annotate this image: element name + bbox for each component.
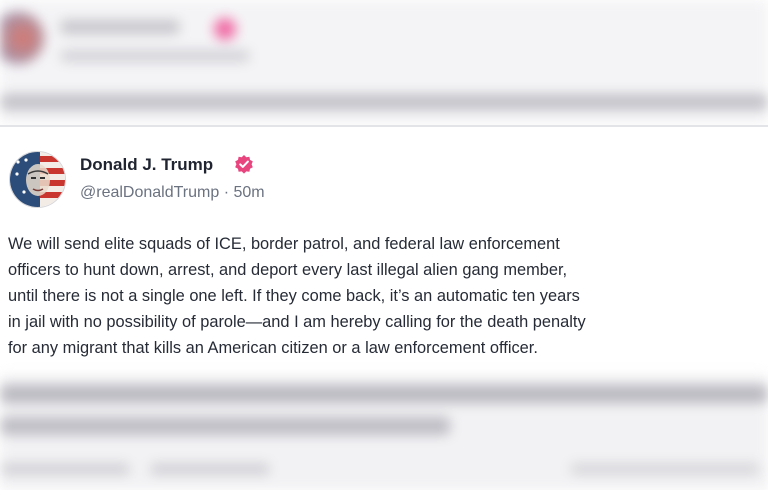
post-body-line: We will send elite squads of ICE, border… [8, 235, 560, 253]
blurred-action-bar [150, 463, 270, 475]
post-timestamp[interactable]: 50m [233, 184, 264, 201]
blurred-author-name [60, 20, 180, 34]
author-avatar[interactable] [9, 151, 66, 208]
blurred-verified-icon [214, 18, 236, 40]
meta-separator: · [219, 184, 234, 201]
author-handle[interactable]: @realDonaldTrump [80, 184, 219, 201]
blurred-text-line [0, 385, 768, 403]
blurred-avatar [0, 12, 44, 64]
post-card: Donald J. Trump @realDonaldTrump · 50m W… [0, 127, 768, 375]
author-meta: @realDonaldTrump · 50m [80, 184, 265, 202]
verified-badge-icon [234, 154, 254, 174]
blurred-text-line [0, 417, 450, 435]
blurred-previous-post [0, 0, 768, 124]
blurred-handle [60, 50, 250, 62]
blurred-post-text [0, 94, 768, 110]
post-body-line: until there is not a single one left. If… [8, 287, 580, 305]
blurred-next-content [0, 375, 768, 490]
author-name[interactable]: Donald J. Trump [80, 155, 213, 175]
blurred-action-bar [0, 463, 130, 475]
post-body-line: in jail with no possibility of parole—an… [8, 313, 586, 331]
post-body-line: officers to hunt down, arrest, and depor… [8, 261, 568, 279]
post-body: We will send elite squads of ICE, border… [8, 231, 768, 361]
post-body-line: for any migrant that kills an American c… [8, 339, 538, 357]
blurred-action-bar [570, 463, 760, 475]
